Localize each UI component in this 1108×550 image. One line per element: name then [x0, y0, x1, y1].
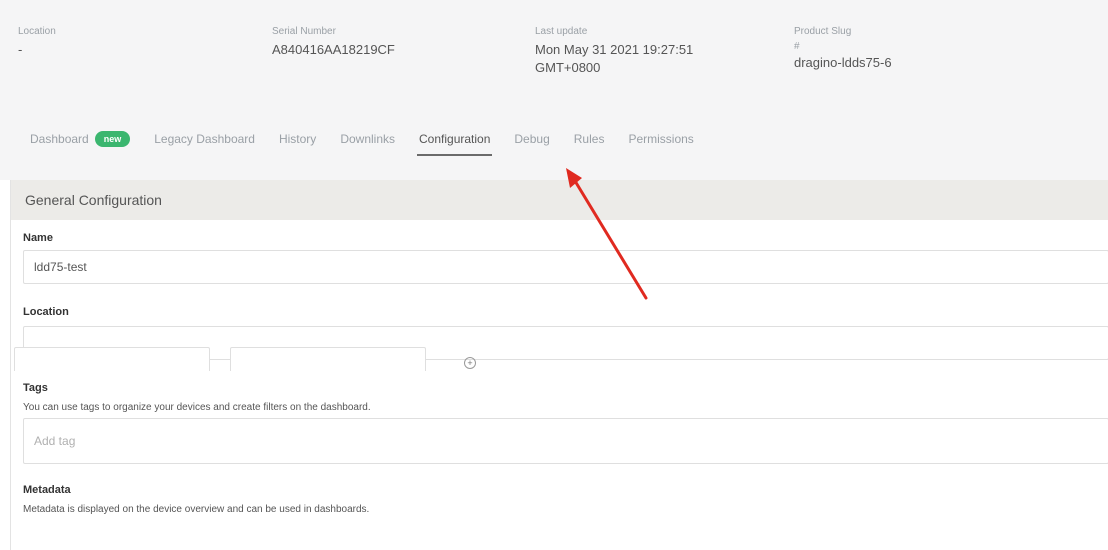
tab-configuration[interactable]: Configuration [407, 122, 502, 156]
last-update-info: Last update Mon May 31 2021 19:27:51 GMT… [535, 26, 693, 77]
tab-downlinks[interactable]: Downlinks [328, 122, 407, 156]
product-slug-value[interactable]: dragino-ldds75-6 [794, 54, 892, 72]
metadata-label: Metadata [23, 484, 71, 496]
last-update-value-line1: Mon May 31 2021 19:27:51 [535, 42, 694, 57]
metadata-helper-text: Metadata is displayed on the device over… [23, 504, 370, 515]
panel-title: General Configuration [11, 180, 1108, 220]
last-update-label: Last update [535, 26, 588, 37]
add-metadata-icon[interactable]: + [464, 357, 476, 369]
location-info: Location - [18, 26, 56, 59]
metadata-key-input[interactable] [14, 347, 210, 371]
metadata-value-input[interactable] [230, 347, 426, 371]
location-field-label: Location [23, 306, 69, 318]
last-update-value-line2: GMT+0800 [535, 60, 601, 75]
location-label: Location [18, 26, 56, 37]
tab-history[interactable]: History [267, 122, 328, 156]
tab-legacy-dashboard[interactable]: Legacy Dashboard [142, 122, 267, 156]
tab-dashboard[interactable]: Dashboard new [20, 122, 142, 156]
product-slug-label: Product Slug [794, 26, 852, 37]
tags-input[interactable]: Add tag [23, 418, 1108, 464]
tab-dashboard-label: Dashboard [30, 132, 89, 146]
serial-number-value: A840416AA18219CF [272, 42, 395, 57]
product-slug-hash: # [794, 41, 800, 52]
device-header: Location - Serial Number A840416AA18219C… [0, 0, 1108, 180]
name-input[interactable]: ldd75-test [23, 250, 1108, 284]
serial-number-info: Serial Number A840416AA18219CF [272, 26, 395, 59]
tab-debug[interactable]: Debug [502, 122, 561, 156]
product-slug-info: Product Slug # dragino-ldds75-6 [794, 26, 892, 72]
tags-helper-text: You can use tags to organize your device… [23, 402, 371, 413]
tab-rules[interactable]: Rules [562, 122, 617, 156]
new-badge: new [94, 131, 131, 147]
device-tabs: Dashboard new Legacy Dashboard History D… [20, 122, 706, 156]
name-label: Name [23, 232, 53, 244]
tab-permissions[interactable]: Permissions [616, 122, 705, 156]
location-value: - [18, 42, 23, 57]
serial-number-label: Serial Number [272, 26, 336, 37]
tags-label: Tags [23, 382, 48, 394]
